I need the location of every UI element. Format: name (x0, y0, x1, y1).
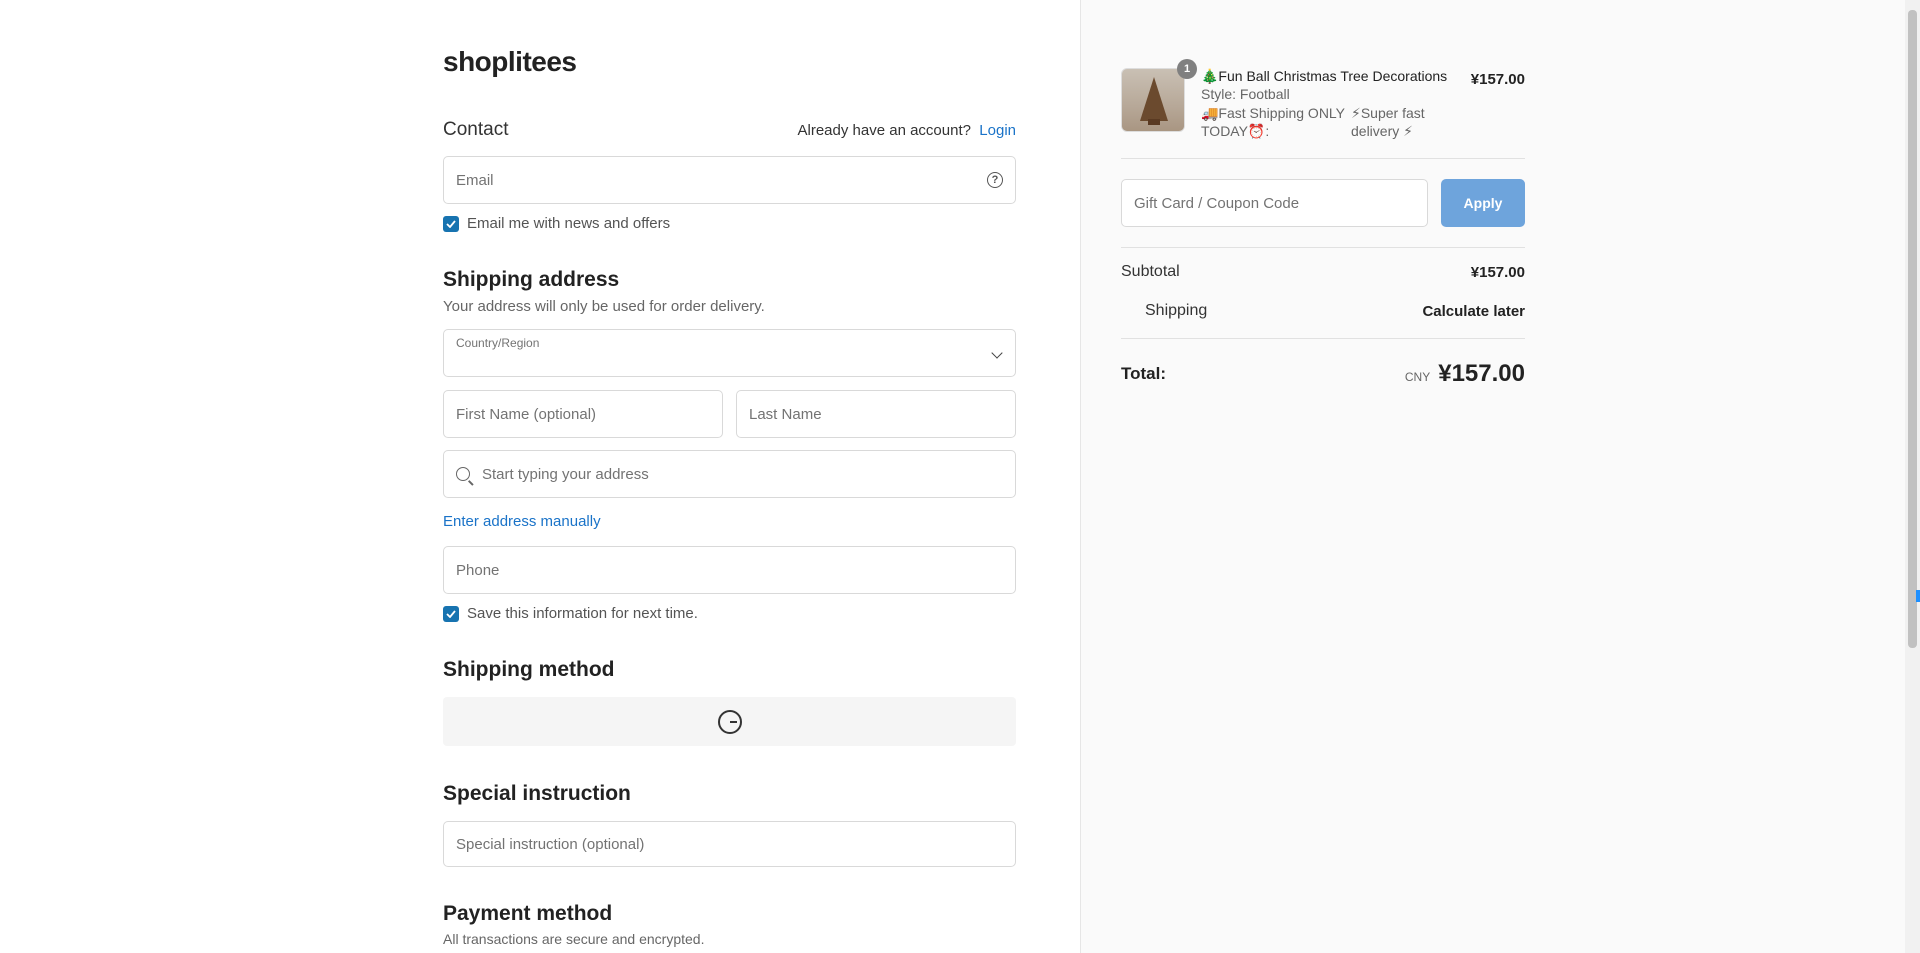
product-thumbnail (1121, 68, 1185, 132)
payment-method-subtitle: All transactions are secure and encrypte… (443, 931, 705, 947)
login-link[interactable]: Login (979, 122, 1016, 139)
shipping-address-title: Shipping address (443, 268, 620, 291)
total-label: Total: (1121, 364, 1167, 383)
summary-divider (1121, 158, 1525, 159)
phone-field[interactable]: Phone (443, 546, 1016, 594)
country-select[interactable]: Country/Region (443, 329, 1016, 377)
total-value-group: CNY ¥157.00 (1405, 360, 1525, 388)
coupon-field[interactable]: Gift Card / Coupon Code (1121, 179, 1428, 227)
subtotal-value: ¥157.00 (1470, 263, 1525, 281)
product-option-shipping: 🚚Fast Shipping ONLY TODAY⏰: (1201, 105, 1345, 139)
contact-title: Contact (443, 119, 509, 140)
tree-base-shape (1148, 119, 1160, 125)
special-instruction-title: Special instruction (443, 782, 631, 805)
enter-address-manually-link[interactable]: Enter address manually (443, 513, 601, 530)
summary-divider (1121, 247, 1525, 248)
shipping-method-box (443, 697, 1016, 746)
product-price: ¥157.00 (1470, 71, 1525, 88)
search-icon (456, 467, 470, 481)
first-name-placeholder: First Name (optional) (456, 405, 597, 423)
save-info-checkbox[interactable] (443, 605, 459, 622)
special-instruction-placeholder: Special instruction (optional) (456, 835, 645, 853)
shipping-method-title: Shipping method (443, 658, 615, 681)
subtotal-row: Subtotal ¥157.00 (1121, 263, 1525, 281)
account-prompt: Already have an account? Login (798, 122, 1017, 139)
newsletter-checkbox-row[interactable]: Email me with news and offers (443, 215, 670, 232)
store-logo[interactable]: shoplitees (443, 46, 577, 78)
newsletter-label: Email me with news and offers (467, 215, 671, 232)
checkmark-icon (446, 219, 456, 228)
newsletter-checkbox[interactable] (443, 215, 459, 232)
subtotal-label: Subtotal (1121, 263, 1180, 280)
total-amount: ¥157.00 (1438, 360, 1525, 387)
product-name: 🎄Fun Ball Christmas Tree Decorations (1201, 68, 1448, 84)
product-option-delivery: ⚡Super fast delivery ⚡ (1351, 105, 1425, 139)
save-info-label: Save this information for next time. (467, 605, 698, 622)
order-summary-column: 1 🎄Fun Ball Christmas Tree Decorations S… (1121, 0, 1525, 953)
save-info-checkbox-row[interactable]: Save this information for next time. (443, 605, 698, 622)
total-row: Total: CNY ¥157.00 (1121, 360, 1525, 388)
shipping-label: Shipping (1145, 302, 1208, 319)
loading-spinner-icon (717, 709, 742, 734)
total-currency: CNY (1404, 370, 1431, 384)
contact-header: Contact Already have an account? Login (443, 119, 1016, 141)
summary-divider (1121, 338, 1525, 339)
help-icon[interactable]: ? (987, 172, 1003, 188)
checkmark-icon (446, 609, 456, 618)
first-name-field[interactable]: First Name (optional) (443, 390, 723, 438)
checkout-form-pane: shoplitees Contact Already have an accou… (0, 0, 1080, 953)
coupon-placeholder: Gift Card / Coupon Code (1134, 194, 1300, 212)
chevron-down-icon (991, 347, 1003, 359)
scrollbar-marker (1916, 590, 1920, 602)
shipping-address-subtitle: Your address will only be used for order… (443, 298, 765, 315)
quantity-badge: 1 (1177, 59, 1197, 79)
email-placeholder: Email (456, 171, 494, 189)
order-summary-pane: 1 🎄Fun Ball Christmas Tree Decorations S… (1080, 0, 1920, 953)
country-label: Country/Region (456, 336, 540, 350)
shipping-value: Calculate later (1422, 302, 1525, 320)
address-search-field[interactable]: Start typing your address (443, 450, 1016, 498)
product-style: Style: Football (1201, 86, 1290, 102)
last-name-placeholder: Last Name (749, 405, 822, 423)
payment-method-title: Payment method (443, 902, 613, 925)
phone-placeholder: Phone (456, 561, 500, 579)
tree-image-shape (1140, 77, 1168, 121)
page-scrollbar[interactable] (1905, 0, 1920, 953)
address-placeholder: Start typing your address (482, 465, 649, 483)
last-name-field[interactable]: Last Name (736, 390, 1016, 438)
cart-item: 1 🎄Fun Ball Christmas Tree Decorations S… (1121, 59, 1525, 139)
apply-coupon-button[interactable]: Apply (1441, 179, 1525, 227)
special-instruction-field[interactable]: Special instruction (optional) (443, 821, 1016, 867)
shipping-row: Shipping Calculate later (1121, 302, 1525, 320)
account-prompt-text: Already have an account? (797, 121, 971, 139)
email-field[interactable]: Email ? (443, 156, 1016, 204)
scrollbar-thumb[interactable] (1908, 10, 1917, 648)
